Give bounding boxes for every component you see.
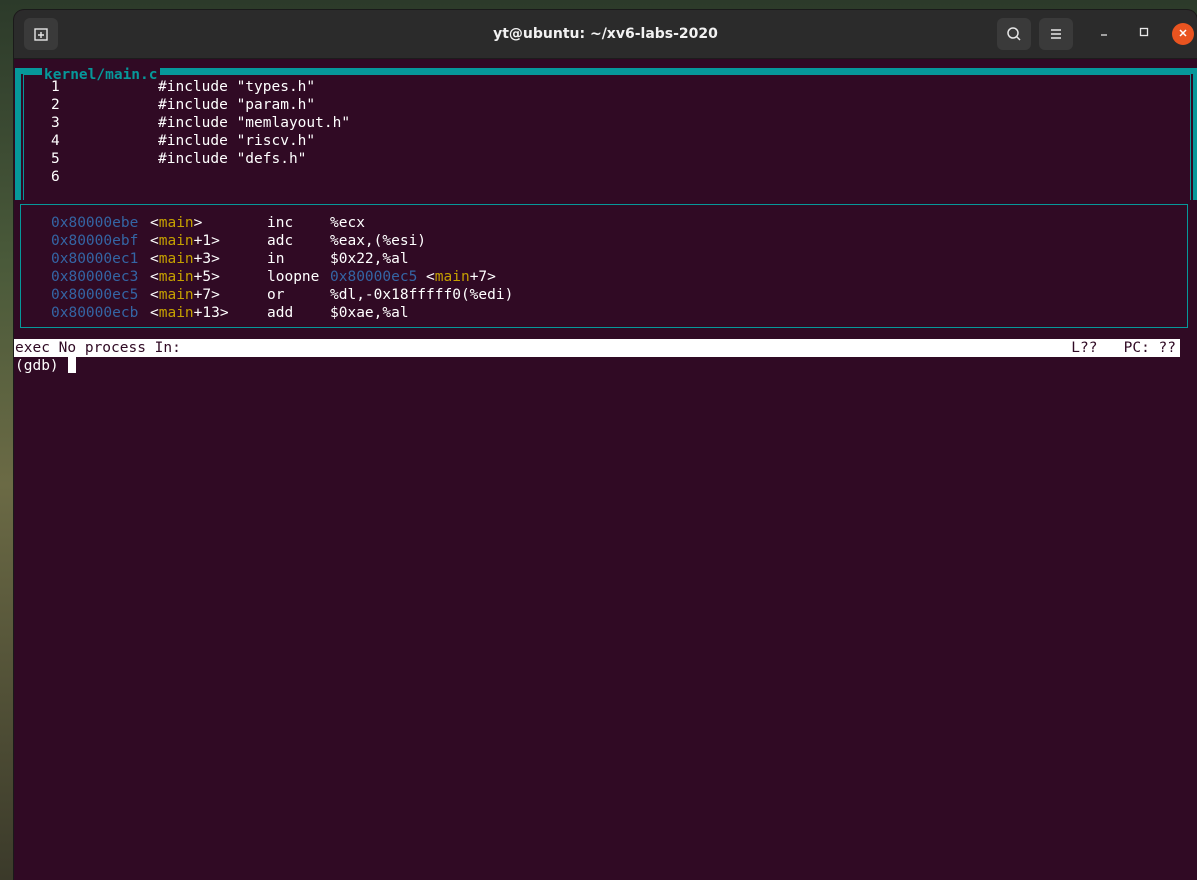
- symbol-prefix: <: [150, 269, 159, 285]
- hamburger-menu-icon: [1051, 29, 1061, 39]
- instruction-operands: $0x22,%al: [330, 250, 409, 268]
- instruction-address: 0x80000ebe: [51, 215, 139, 231]
- instruction-operands: %ecx: [330, 214, 365, 232]
- terminal-window: yt@ubuntu: ~/xv6-labs-2020 kernel/main.c…: [14, 10, 1197, 880]
- operand-symbol-name: main: [434, 269, 470, 285]
- source-line: 5 #include "defs.h": [21, 150, 1193, 168]
- assembly-line: 0x80000ecb <main+13> add $0xae,%al: [51, 304, 1151, 322]
- source-line-number: 2: [51, 97, 60, 113]
- symbol-offset: +1>: [193, 233, 220, 249]
- source-line-code: #include "types.h": [158, 79, 316, 95]
- symbol-name: main: [158, 287, 194, 303]
- gdb-prompt: (gdb): [15, 358, 68, 374]
- instruction-operands: %dl,-0x18fffff0(%edi): [330, 286, 513, 304]
- symbol-offset: >: [193, 215, 203, 231]
- symbol-prefix: <: [150, 287, 159, 303]
- symbol-name: main: [158, 215, 194, 231]
- operand-text: %ecx: [330, 215, 365, 231]
- source-line: 6: [21, 168, 1193, 186]
- source-line-code: #include "defs.h": [158, 151, 307, 167]
- assembly-pane[interactable]: 0x80000ebe <main> inc %ecx 0x80000ebf <main+1…: [20, 204, 1188, 328]
- symbol-offset: +3>: [193, 251, 220, 267]
- instruction-address: 0x80000ec1: [51, 251, 139, 267]
- close-button[interactable]: [1172, 23, 1194, 45]
- close-icon: [1179, 29, 1187, 37]
- search-button[interactable]: [997, 18, 1031, 50]
- symbol-name: main: [158, 269, 194, 285]
- symbol-prefix: <: [150, 251, 159, 267]
- instruction-symbol: <main+13>: [150, 304, 229, 322]
- gdb-prompt-line[interactable]: (gdb): [15, 357, 77, 375]
- instruction-mnemonic: loopne: [267, 269, 320, 285]
- symbol-name: main: [158, 305, 194, 321]
- source-line-number: 1: [51, 79, 60, 95]
- instruction-mnemonic: inc: [267, 215, 294, 231]
- text-cursor: [68, 357, 77, 373]
- operand-text: %eax,(%esi): [330, 233, 427, 249]
- source-line: 2 #include "param.h": [21, 96, 1193, 114]
- status-right-text: L?? PC: ??: [1071, 340, 1176, 356]
- operand-symbol-offset: +7>: [469, 269, 496, 285]
- source-line-number: 5: [51, 151, 60, 167]
- operand-address: 0x80000ec5: [330, 269, 418, 285]
- instruction-address: 0x80000ecb: [51, 305, 139, 321]
- instruction-symbol: <main+3>: [150, 250, 220, 268]
- source-line: 4 #include "riscv.h": [21, 132, 1193, 150]
- symbol-prefix: <: [150, 233, 159, 249]
- source-line-number: 4: [51, 133, 60, 149]
- instruction-symbol: <main+1>: [150, 232, 220, 250]
- source-line: 1 #include "types.h": [21, 78, 1193, 96]
- source-line-number: 3: [51, 115, 60, 131]
- assembly-line: 0x80000ebf <main+1> adc %eax,(%esi): [51, 232, 1151, 250]
- source-line-code: #include "riscv.h": [158, 133, 316, 149]
- symbol-offset: +7>: [193, 287, 220, 303]
- instruction-address: 0x80000ec3: [51, 269, 139, 285]
- instruction-operands: %eax,(%esi): [330, 232, 426, 250]
- assembly-line: 0x80000ec5 <main+7> or %dl,-0x18fffff0(%edi…: [51, 286, 1151, 304]
- symbol-offset: +5>: [193, 269, 220, 285]
- symbol-name: main: [158, 251, 194, 267]
- title-bar: yt@ubuntu: ~/xv6-labs-2020: [14, 10, 1197, 59]
- source-pane[interactable]: kernel/main.c 1 #include "types.h" 2 #inclu…: [15, 66, 1197, 200]
- instruction-symbol: <main+5>: [150, 268, 220, 286]
- instruction-address: 0x80000ebf: [51, 233, 139, 249]
- menu-button[interactable]: [1039, 18, 1073, 50]
- terminal-content[interactable]: kernel/main.c 1 #include "types.h" 2 #inclu…: [14, 58, 1197, 880]
- minimize-button[interactable]: [1093, 23, 1115, 45]
- symbol-offset: +13>: [193, 305, 229, 321]
- instruction-address: 0x80000ec5: [51, 287, 139, 303]
- assembly-line: 0x80000ebe <main> inc %ecx: [51, 214, 1151, 232]
- instruction-mnemonic: in: [267, 251, 285, 267]
- minimize-icon: [1101, 34, 1107, 36]
- source-line-number: 6: [51, 169, 60, 185]
- instruction-mnemonic: or: [267, 287, 285, 303]
- search-icon: [1007, 27, 1021, 41]
- maximize-icon: [1139, 27, 1149, 37]
- symbol-prefix: <: [150, 215, 159, 231]
- instruction-symbol: <main+7>: [150, 286, 220, 304]
- source-line-code: #include "memlayout.h": [158, 115, 351, 131]
- symbol-prefix: <: [150, 305, 159, 321]
- symbol-name: main: [158, 233, 194, 249]
- instruction-operands: $0xae,%al: [330, 304, 409, 322]
- assembly-line: 0x80000ec3 <main+5> loopne 0x80000ec5 <main…: [51, 268, 1151, 286]
- operand-text: $0xae,%al: [330, 305, 409, 321]
- instruction-mnemonic: adc: [267, 233, 294, 249]
- source-line: 3 #include "memlayout.h": [21, 114, 1193, 132]
- maximize-button[interactable]: [1133, 23, 1155, 45]
- instruction-operands: 0x80000ec5 <main+7>: [330, 268, 496, 286]
- status-left-text: exec No process In:: [15, 340, 181, 356]
- instruction-symbol: <main>: [150, 214, 202, 232]
- operand-text: %dl,-0x18fffff0(%edi): [330, 287, 514, 303]
- operand-symbol-prefix: <: [417, 269, 435, 285]
- assembly-line: 0x80000ec1 <main+3> in $0x22,%al: [51, 250, 1151, 268]
- operand-text: $0x22,%al: [330, 251, 409, 267]
- status-bar: exec No process In: L?? PC: ??: [14, 339, 1180, 357]
- instruction-mnemonic: add: [267, 305, 294, 321]
- source-line-code: #include "param.h": [158, 97, 316, 113]
